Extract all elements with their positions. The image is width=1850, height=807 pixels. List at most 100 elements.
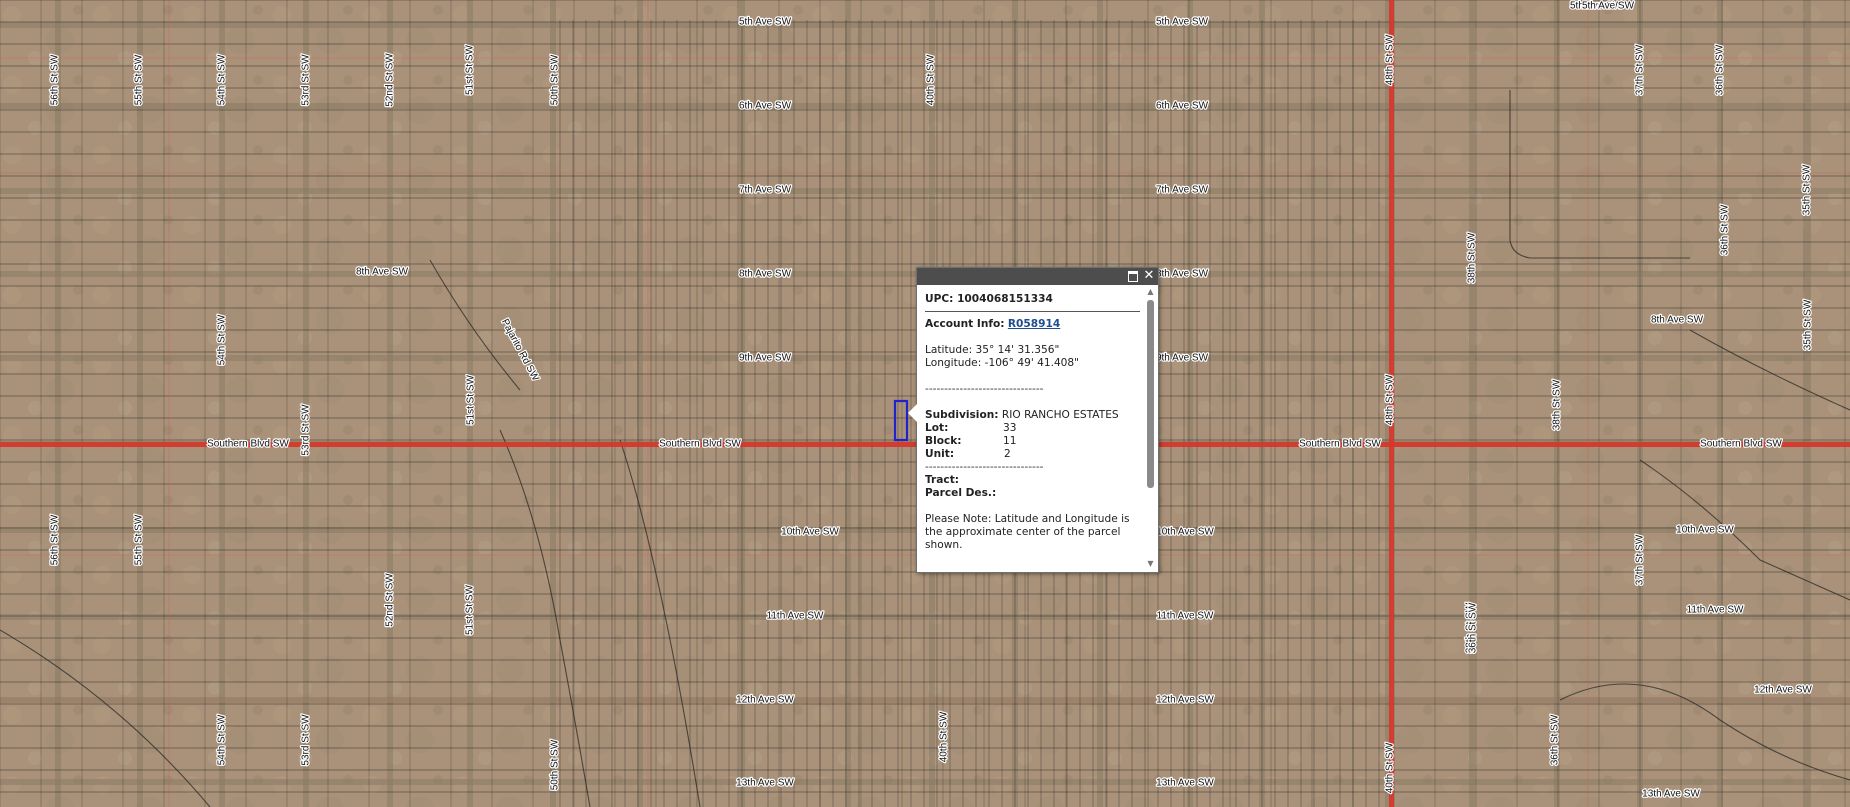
street-label-v: 51st St SW <box>465 584 476 635</box>
street-label-h: Southern Blvd SW <box>659 439 741 450</box>
lot-row: Lot: 33 <box>925 422 1140 435</box>
street-label-h: 8th Ave SW <box>356 267 409 278</box>
subdivision-label: Subdivision: <box>925 409 999 421</box>
latitude-text: Latitude: 35° 14' 31.356" <box>925 344 1060 356</box>
road-horizontal <box>0 22 1850 28</box>
street-label-v: 55th St SW <box>134 514 145 565</box>
street-label-h: 12th Ave SW <box>1754 685 1812 696</box>
street-label-h: 5th Ave SW <box>1156 17 1209 28</box>
street-label-h: 13th Ave SW <box>1642 789 1700 800</box>
street-label-v: 51st St SW <box>465 44 476 95</box>
road-vertical <box>1469 0 1475 807</box>
street-label-h: 5th Ave SW <box>739 17 792 28</box>
street-label-v: 36th St SW <box>1715 44 1726 95</box>
road-vertical <box>303 0 309 807</box>
road-horizontal <box>0 614 1850 620</box>
subdivision-line: Subdivision: RIO RANCHO ESTATES <box>925 409 1140 422</box>
street-label-v: 50th St SW <box>550 739 561 790</box>
street-label-h: 11th Ave SW <box>1157 611 1214 622</box>
street-label-v: 35th St SW <box>1803 299 1814 350</box>
street-label-v: 37th St SW <box>1635 534 1646 585</box>
road-vertical <box>219 0 225 807</box>
street-label-h: Southern Blvd SW <box>207 439 289 450</box>
street-label-h: 7th Ave SW <box>739 185 792 196</box>
street-label-v: 48th St SW <box>1385 34 1396 85</box>
street-label-v: 38th St SW <box>1552 379 1563 430</box>
unit-label: Unit: <box>925 448 955 460</box>
road-vertical <box>1187 0 1193 807</box>
lot-label: Lot: <box>925 422 949 434</box>
street-label-v: 40th St SW <box>1385 742 1396 793</box>
street-label-v: 56th St SW <box>50 54 61 105</box>
account-info-label: Account Info: <box>925 318 1005 330</box>
street-label-h: 13th Ave SW <box>736 778 794 789</box>
street-label-h: 10th Ave SW <box>1156 527 1214 538</box>
block-row: Block: 11 <box>925 435 1140 448</box>
popup-scrollbar[interactable]: ▲ ▼ <box>1145 287 1156 569</box>
street-label-v: 40th St SW <box>926 54 937 105</box>
street-label-v: 56th St SW <box>50 514 61 565</box>
unit-value: 2 <box>1004 448 1011 460</box>
block-label: Block: <box>925 435 962 447</box>
scroll-thumb[interactable] <box>1147 300 1154 488</box>
popup-content: UPC: 1004068151334 Account Info: R058914… <box>925 293 1140 566</box>
street-label-h: 5th Ave SW <box>1582 1 1635 12</box>
divider-line: ------------------------------- <box>925 383 1044 395</box>
street-label-v: 48th St SW <box>1385 374 1396 425</box>
parcel-des-label: Parcel Des.: <box>925 487 997 499</box>
street-label-v: 36th St SW <box>1468 602 1479 653</box>
street-label-h: 9th Ave SW <box>1156 353 1209 364</box>
popup-titlebar: ✕ <box>917 268 1158 285</box>
unit-row: Unit: 2 <box>925 448 1140 461</box>
street-label-h: 11th Ave SW <box>767 611 824 622</box>
street-label-h: 10th Ave SW <box>781 527 839 538</box>
road-horizontal <box>0 188 1850 194</box>
street-label-v: 38th St SW <box>1467 232 1478 283</box>
street-label-h: 12th Ave SW <box>1156 695 1214 706</box>
maximize-icon[interactable] <box>1126 269 1140 283</box>
street-label-h: Southern Blvd SW <box>1299 439 1381 450</box>
lot-value: 33 <box>1003 422 1017 434</box>
note-text: Please Note: Latitude and Longitude is t… <box>925 513 1130 551</box>
street-label-h: 12th Ave SW <box>736 695 794 706</box>
account-info-link[interactable]: R058914 <box>1008 318 1060 330</box>
subdivision-value: RIO RANCHO ESTATES <box>1001 409 1119 421</box>
account-info-line: Account Info: R058914 <box>925 318 1140 331</box>
street-label-h: 9th Ave SW <box>739 353 792 364</box>
road-vertical <box>137 0 143 807</box>
close-icon[interactable]: ✕ <box>1142 269 1156 283</box>
street-label-v: 55th St SW <box>134 54 145 105</box>
parcel-info-popup: ✕ UPC: 1004068151334 Account Info: R0589… <box>908 267 1159 573</box>
street-label-v: 52nd St SW <box>385 53 396 107</box>
scroll-down-arrow-icon[interactable]: ▼ <box>1145 559 1156 569</box>
street-label-v: 35th St SW <box>1802 164 1813 215</box>
street-label-v: 53rd St SW <box>301 54 312 106</box>
road-vertical <box>55 0 61 807</box>
scroll-up-arrow-icon[interactable]: ▲ <box>1145 287 1156 297</box>
tract-label: Tract: <box>925 474 960 486</box>
longitude-text: Longitude: -106° 49' 41.408" <box>925 357 1080 369</box>
street-label-v: 53rd St SW <box>301 404 312 456</box>
street-label-h: Southern Blvd SW <box>1700 439 1782 450</box>
road-vertical <box>387 0 393 807</box>
street-label-v: 51st St SW <box>466 374 477 425</box>
upc-text: UPC: 1004068151334 <box>925 293 1140 312</box>
street-label-h: 6th Ave SW <box>1156 101 1209 112</box>
street-label-v: 40th St SW <box>939 711 950 762</box>
street-label-v: 36th St SW <box>1720 204 1731 255</box>
road-horizontal <box>0 779 1850 785</box>
street-label-v: 37th St SW <box>1635 44 1646 95</box>
street-label-h: 8th Ave SW <box>1651 315 1704 326</box>
street-label-v: 53rd St SW <box>301 714 312 766</box>
block-value: 11 <box>1003 435 1017 447</box>
road-vertical <box>550 0 556 807</box>
street-label-h: 7th Ave SW <box>1156 185 1209 196</box>
street-label-h: 8th Ave SW <box>1156 269 1209 280</box>
street-label-v: 54th St SW <box>217 314 228 365</box>
street-label-h: 13th Ave SW <box>1156 778 1214 789</box>
street-label-v: 54th St SW <box>217 714 228 765</box>
street-label-v: 52nd St SW <box>385 573 396 627</box>
street-label-h: 8th Ave SW <box>739 269 792 280</box>
street-label-v: 50th St SW <box>550 54 561 105</box>
street-label-h: 10th Ave SW <box>1676 525 1734 536</box>
